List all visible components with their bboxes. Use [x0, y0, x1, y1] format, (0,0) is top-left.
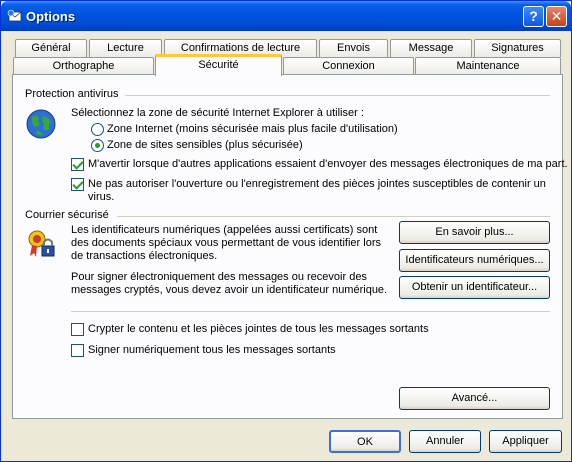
ok-button[interactable]: OK — [329, 430, 401, 453]
certificate-lock-icon — [28, 230, 55, 257]
secure-mail-separator — [71, 311, 550, 312]
warn-apps-label[interactable]: M'avertir lorsque d'autres applications … — [88, 158, 568, 171]
tab-maintenance[interactable]: Maintenance — [415, 57, 561, 75]
zone-prompt: Sélectionnez la zone de sécurité Interne… — [71, 107, 364, 119]
tab-securite[interactable]: Sécurité — [155, 54, 282, 76]
tab-message[interactable]: Message — [390, 39, 472, 57]
tab-orthographe[interactable]: Orthographe — [13, 57, 154, 75]
window-title: Options — [26, 9, 76, 24]
encrypt-all-checkbox[interactable] — [71, 323, 84, 336]
zone-sensitive-radio[interactable] — [91, 139, 104, 152]
tab-general[interactable]: Général — [15, 39, 87, 57]
tab-lecture[interactable]: Lecture — [89, 39, 162, 57]
close-button[interactable]: ✕ — [546, 6, 567, 27]
learn-more-button[interactable]: En savoir plus... — [399, 221, 550, 244]
options-dialog: Options ? ✕ Général Lecture Confirmation… — [0, 0, 572, 462]
get-digital-id-button[interactable]: Obtenir un identificateur... — [399, 276, 550, 299]
block-attachments-checkbox[interactable] — [71, 178, 84, 191]
block-attachments-label[interactable]: Ne pas autoriser l'ouverture ou l'enregi… — [88, 178, 548, 204]
secure-mail-heading: Courrier sécurisé — [25, 209, 109, 221]
zone-internet-label[interactable]: Zone Internet (moins sécurisée mais plus… — [107, 123, 398, 136]
antivirus-heading: Protection antivirus — [25, 88, 119, 100]
secure-mail-divider — [117, 216, 550, 217]
cancel-button[interactable]: Annuler — [409, 430, 481, 453]
tab-connexion[interactable]: Connexion — [283, 57, 414, 75]
digital-ids-button[interactable]: Identificateurs numériques... — [399, 249, 550, 272]
help-button[interactable]: ? — [523, 6, 544, 27]
antivirus-divider — [125, 95, 550, 96]
zone-internet-radio[interactable] — [91, 123, 104, 136]
encrypt-all-label[interactable]: Crypter le contenu et les pièces jointes… — [88, 323, 429, 336]
digital-ids-description: Les identificateurs numériques (appelées… — [71, 224, 381, 262]
sign-all-label[interactable]: Signer numériquement tous les messages s… — [88, 344, 336, 357]
sign-description: Pour signer électroniquement des message… — [71, 271, 388, 296]
outlook-express-icon — [7, 9, 22, 22]
tab-signatures[interactable]: Signatures — [474, 39, 561, 57]
warn-apps-checkbox[interactable] — [71, 158, 84, 171]
title-bar: Options ? ✕ — [1, 1, 571, 31]
tab-envois[interactable]: Envois — [319, 39, 388, 57]
sign-all-checkbox[interactable] — [71, 344, 84, 357]
advanced-button[interactable]: Avancé... — [399, 387, 550, 410]
zone-sensitive-label[interactable]: Zone de sites sensibles (plus sécurisée) — [107, 139, 303, 152]
security-panel: Protection antivirus Sélectionnez la zon… — [12, 74, 568, 419]
globe-icon — [26, 109, 56, 139]
apply-button[interactable]: Appliquer — [489, 430, 562, 453]
